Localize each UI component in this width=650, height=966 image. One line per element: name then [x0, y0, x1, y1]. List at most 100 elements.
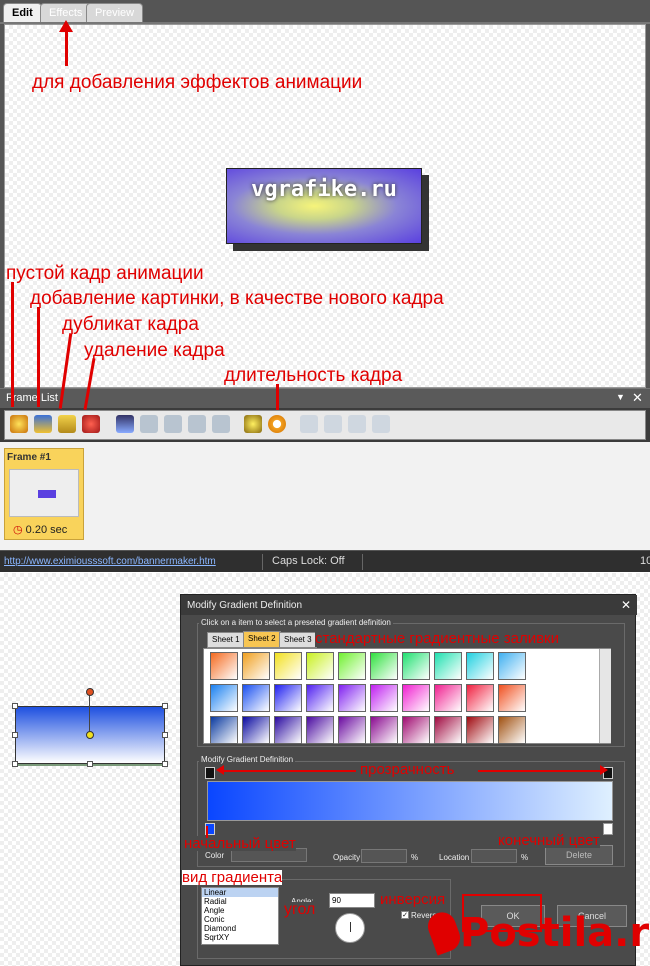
rotate-handle[interactable] — [86, 688, 94, 696]
location-field[interactable] — [471, 849, 517, 863]
status-url[interactable]: http://www.eximiousssoft.com/bannermaker… — [4, 556, 216, 567]
resize-handle[interactable] — [12, 761, 18, 767]
gradient-swatch[interactable] — [498, 652, 526, 680]
import-icon[interactable] — [116, 415, 134, 433]
frame-duration[interactable]: 0.20 sec — [26, 524, 68, 536]
add-image-icon[interactable] — [34, 415, 52, 433]
annotation-start-color: начальный цвет — [184, 835, 296, 852]
preset-scrollbar[interactable] — [599, 649, 611, 743]
first-frame-icon[interactable] — [300, 415, 318, 433]
type-angle[interactable]: Angle — [202, 906, 278, 915]
delete-frame-icon[interactable] — [82, 415, 100, 433]
preset-grid[interactable] — [203, 648, 611, 744]
angle-dial[interactable] — [335, 913, 365, 943]
gradient-swatch[interactable] — [242, 684, 270, 712]
location-percent: % — [521, 853, 529, 862]
properties-icon[interactable] — [244, 415, 262, 433]
move-left-icon[interactable] — [164, 415, 182, 433]
prev-frame-icon[interactable] — [324, 415, 342, 433]
type-diamond[interactable]: Diamond — [202, 924, 278, 933]
tab-sheet2[interactable]: Sheet 2 — [243, 631, 281, 648]
move-right-icon[interactable] — [188, 415, 206, 433]
dialog-close-icon[interactable]: ✕ — [621, 598, 631, 612]
gradient-swatch[interactable] — [402, 716, 430, 744]
gradient-swatch[interactable] — [274, 716, 302, 744]
gradient-bar[interactable] — [207, 781, 613, 821]
gradient-swatch[interactable] — [274, 684, 302, 712]
watermark-text: Postila.ru — [460, 910, 650, 956]
status-bar: http://www.eximiousssoft.com/bannermaker… — [0, 550, 650, 572]
gradient-swatch[interactable] — [434, 652, 462, 680]
reverse-checkbox[interactable]: ✓ — [401, 911, 409, 919]
gradient-swatch[interactable] — [210, 716, 238, 744]
gradient-swatch[interactable] — [338, 684, 366, 712]
opacity-label: Opacity — [333, 853, 361, 862]
opacity-percent: % — [411, 853, 419, 862]
preset-hint: Click on a item to select a preseted gra… — [199, 618, 393, 627]
gradient-swatch[interactable] — [370, 652, 398, 680]
gradient-swatch[interactable] — [306, 652, 334, 680]
gradient-swatch[interactable] — [210, 684, 238, 712]
banner[interactable]: vgrafike.ru — [226, 168, 422, 244]
tab-sheet3[interactable]: Sheet 3 — [279, 632, 317, 648]
angle-input[interactable]: 90 — [329, 893, 375, 908]
gradient-swatch[interactable] — [402, 684, 430, 712]
gradient-swatch[interactable] — [498, 716, 526, 744]
annotation-presets: стандартные градиентные заливки — [315, 630, 559, 647]
clock-icon: ◷ — [13, 524, 23, 536]
gradient-swatch[interactable] — [210, 652, 238, 680]
gradient-swatch[interactable] — [466, 716, 494, 744]
gradient-type-list[interactable]: Linear Radial Angle Conic Diamond SqrtXY — [201, 887, 279, 945]
annotation-angle: угол — [284, 901, 316, 918]
next-frame-icon[interactable] — [348, 415, 366, 433]
gradient-swatch[interactable] — [466, 684, 494, 712]
move-first-icon[interactable] — [140, 415, 158, 433]
duplicate-frame-icon[interactable] — [58, 415, 76, 433]
center-handle[interactable] — [86, 731, 94, 739]
resize-handle[interactable] — [162, 703, 168, 709]
annotation-gradient-type: вид градиента — [182, 869, 283, 886]
tab-edit[interactable]: Edit — [3, 3, 42, 23]
new-frame-icon[interactable] — [10, 415, 28, 433]
type-radial[interactable]: Radial — [202, 897, 278, 906]
gradient-swatch[interactable] — [402, 652, 430, 680]
tab-preview[interactable]: Preview — [86, 3, 144, 23]
gradient-swatch[interactable] — [338, 652, 366, 680]
resize-handle[interactable] — [162, 761, 168, 767]
last-frame-icon[interactable] — [372, 415, 390, 433]
gradient-swatch[interactable] — [434, 716, 462, 744]
pin-icon — [424, 908, 464, 956]
dropdown-icon[interactable]: ▼ — [616, 392, 625, 402]
status-right: 10 — [640, 555, 650, 567]
gradient-swatch[interactable] — [306, 684, 334, 712]
gradient-swatch[interactable] — [498, 684, 526, 712]
frame-thumbnail[interactable]: Frame #1 ◷ 0.20 sec — [4, 448, 84, 540]
resize-handle[interactable] — [162, 732, 168, 738]
gradient-swatch[interactable] — [370, 684, 398, 712]
color-label: Color — [205, 851, 225, 860]
resize-handle[interactable] — [12, 732, 18, 738]
gradient-swatch[interactable] — [242, 716, 270, 744]
resize-handle[interactable] — [12, 703, 18, 709]
gradient-swatch[interactable] — [370, 716, 398, 744]
annotation-delete: удаление кадра — [84, 340, 225, 361]
type-sqrtxy[interactable]: SqrtXY — [202, 933, 278, 942]
gradient-swatch[interactable] — [306, 716, 334, 744]
gradient-swatch[interactable] — [274, 652, 302, 680]
type-conic[interactable]: Conic — [202, 915, 278, 924]
tab-sheet1[interactable]: Sheet 1 — [207, 632, 245, 648]
opacity-stop-left[interactable] — [205, 767, 215, 779]
move-last-icon[interactable] — [212, 415, 230, 433]
resize-handle[interactable] — [87, 761, 93, 767]
gradient-swatch[interactable] — [338, 716, 366, 744]
gradient-swatch[interactable] — [242, 652, 270, 680]
close-icon[interactable]: ✕ — [632, 390, 643, 406]
duration-icon[interactable] — [268, 415, 286, 433]
type-linear[interactable]: Linear — [202, 888, 278, 897]
gradient-swatch[interactable] — [434, 684, 462, 712]
color-stop-end[interactable] — [603, 823, 613, 835]
opacity-field[interactable] — [361, 849, 407, 863]
gradient-swatch[interactable] — [466, 652, 494, 680]
annotation-effects: для добавления эффектов анимации — [32, 72, 363, 93]
banner-text: vgrafike.ru — [251, 177, 397, 202]
